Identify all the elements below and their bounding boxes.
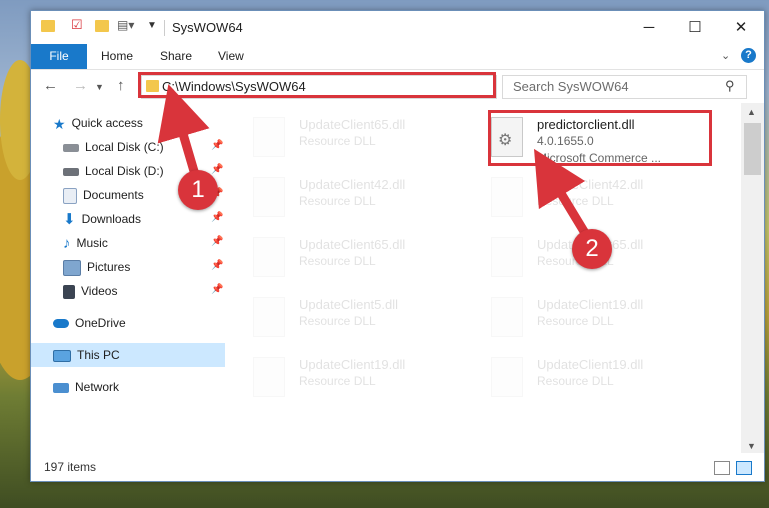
annotation-arrow-1 (157, 84, 210, 183)
annotation-arrow-2 (534, 148, 593, 243)
annotation-arrows (157, 84, 593, 243)
annotation-badge-2: 2 (572, 229, 612, 269)
annotation-badge-1: 1 (178, 170, 218, 210)
